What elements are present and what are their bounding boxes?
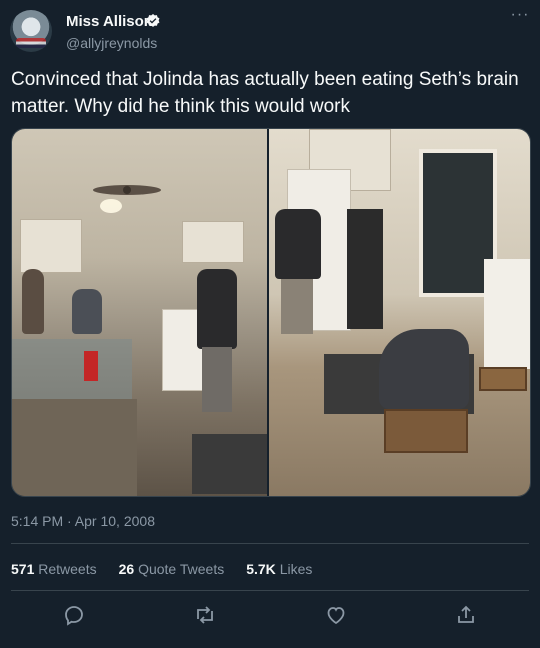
media-photo-right[interactable] xyxy=(269,129,530,496)
tweet-stats: 571 Retweets 26 Quote Tweets 5.7K Likes xyxy=(11,561,334,577)
retweets-label: Retweets xyxy=(38,561,97,577)
reply-icon[interactable] xyxy=(62,603,86,627)
media-photo-left[interactable] xyxy=(12,129,267,496)
more-options-icon[interactable]: ··· xyxy=(510,7,530,24)
quote-tweets-stat[interactable]: 26 Quote Tweets xyxy=(119,561,225,577)
tweet-timestamp[interactable]: 5:14 PM · Apr 10, 2008 xyxy=(11,513,155,529)
retweet-icon[interactable] xyxy=(193,603,217,627)
tweet-media[interactable] xyxy=(11,128,531,497)
likes-label: Likes xyxy=(279,561,313,577)
share-icon[interactable] xyxy=(454,603,478,627)
tweet-text: Convinced that Jolinda has actually been… xyxy=(11,69,519,117)
likes-count: 5.7K xyxy=(246,561,276,577)
avatar[interactable] xyxy=(10,10,52,52)
action-bar xyxy=(0,603,540,631)
retweets-stat[interactable]: 571 Retweets xyxy=(11,561,97,577)
divider xyxy=(11,543,529,544)
likes-stat[interactable]: 5.7K Likes xyxy=(246,561,312,577)
display-name[interactable]: Miss Allison xyxy=(66,13,153,30)
quote-tweets-label: Quote Tweets xyxy=(138,561,225,577)
heart-icon[interactable] xyxy=(324,603,348,627)
verified-badge-icon xyxy=(146,14,160,27)
quote-tweets-count: 26 xyxy=(118,561,135,577)
divider xyxy=(11,590,529,591)
retweets-count: 571 xyxy=(11,561,35,577)
user-handle[interactable]: @allyjreynolds xyxy=(66,35,157,51)
